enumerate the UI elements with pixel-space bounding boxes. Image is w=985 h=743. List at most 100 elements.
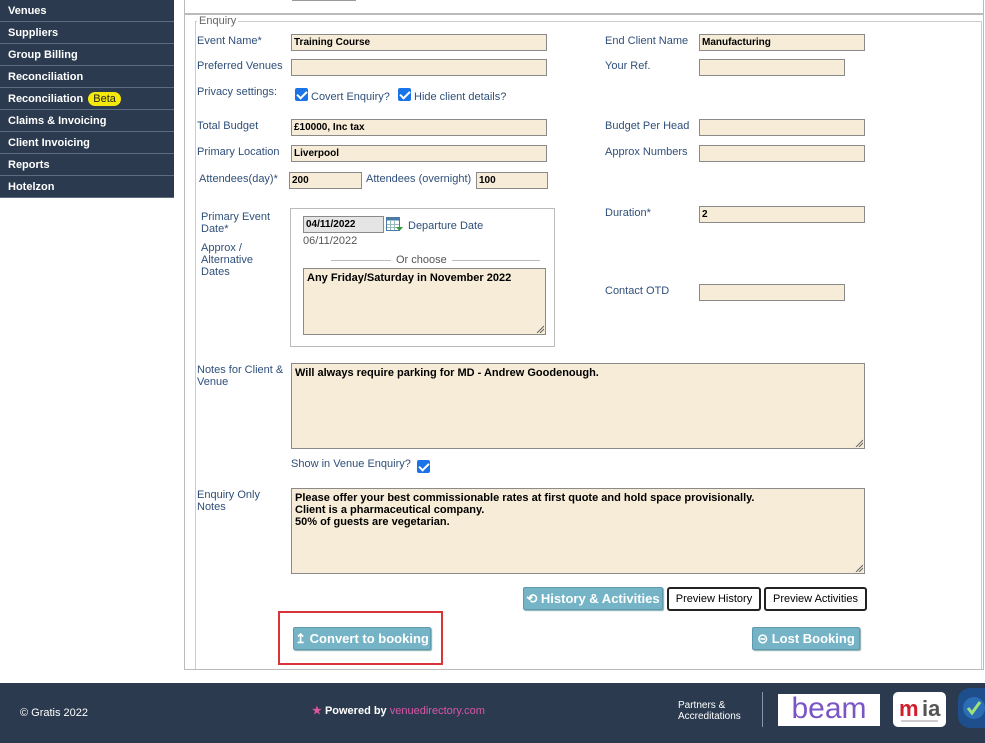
covert-enquiry-label: Covert Enquiry? [311,91,390,103]
contact-otd-label: Contact OTD [605,285,670,297]
approx-numbers-field[interactable] [699,145,865,162]
sidebar-item-hotelzon[interactable]: Hotelzon [0,176,174,198]
contact-otd-field[interactable] [699,284,845,301]
or-choose-label: Or choose [396,254,447,266]
notes-client-venue-label: Notes for Client & Venue [197,364,284,388]
total-budget-label: Total Budget [197,120,259,132]
sidebar-item-reports[interactable]: Reports [0,154,174,176]
end-client-name-label: End Client Name [605,35,689,47]
history-activities-button[interactable]: ⟲ History & Activities [523,587,663,610]
sidebar-item-label: Client Invoicing [8,137,90,149]
copyright-text: © Gratis 2022 [20,707,89,719]
cyber-essentials-badge [958,688,985,728]
enquiry-only-notes-textarea[interactable]: Please offer your best commissionable ra… [291,488,865,574]
sidebar-item-client-invoicing[interactable]: Client Invoicing [0,132,174,154]
alternative-dates-textarea[interactable]: Any Friday/Saturday in November 2022 [303,268,546,335]
sidebar: Venues Suppliers Group Billing Reconcili… [0,0,174,198]
sidebar-item-label: Reconciliation [8,71,84,83]
resize-grip-icon[interactable] [855,439,863,447]
powered-by-brand: venuedirectory.com [389,705,485,717]
resize-grip-icon[interactable] [536,325,544,333]
enquiry-note-line: Please offer your best commissionable ra… [295,492,755,504]
beta-badge: Beta [88,92,121,106]
show-in-venue-enquiry-checkbox[interactable] [417,460,430,473]
or-divider-right [452,260,540,261]
alternative-dates-text: Any Friday/Saturday in November 2022 [307,272,512,284]
sidebar-item-claims-invoicing[interactable]: Claims & Invoicing [0,110,174,132]
enquiry-note-line: 50% of guests are vegetarian. [295,516,450,528]
primary-location-field[interactable]: Liverpool [291,145,547,162]
svg-text:ia: ia [922,696,941,721]
attendees-overnight-label: Attendees (overnight) [366,173,472,185]
resize-grip-icon[interactable] [855,564,863,572]
approx-alternative-dates-label: Approx / Alternative Dates [201,242,253,278]
attendees-day-field[interactable]: 200 [289,172,362,189]
powered-by-label: Powered by [324,705,387,717]
previous-section-panel [184,0,984,14]
preview-activities-button[interactable]: Preview Activities [764,587,867,611]
approx-numbers-label: Approx Numbers [605,146,688,158]
sidebar-item-reconciliation[interactable]: Reconciliation [0,66,174,88]
attendees-overnight-field[interactable]: 100 [476,172,548,189]
attendees-day-label: Attendees(day)* [199,173,278,185]
beam-logo[interactable]: beam [778,694,880,726]
sidebar-item-label: Hotelzon [8,181,55,193]
partners-line: Partners & [678,700,726,711]
show-in-venue-enquiry-label: Show in Venue Enquiry? [291,458,411,470]
mia-logo[interactable]: m ia [893,692,946,727]
sidebar-item-group-billing[interactable]: Group Billing [0,44,174,66]
footer: © Gratis 2022 ★ Powered by venuedirector… [0,683,985,743]
sidebar-item-label: Group Billing [8,49,78,61]
partners-accreditations: Partners & Accreditations [678,700,741,722]
your-ref-field[interactable] [699,59,845,76]
preferred-venues-field[interactable] [291,59,547,76]
or-divider-left [331,260,391,261]
calendar-icon[interactable] [386,216,403,232]
footer-divider [762,692,763,727]
history-icon: ⟲ [526,591,538,606]
lost-booking-button[interactable]: ⊝ Lost Booking [752,627,860,650]
convert-arrow-icon: ↥ [295,631,307,646]
sidebar-item-label: Reports [8,159,50,171]
duration-label: Duration* [605,207,651,219]
sidebar-item-label: Suppliers [8,27,59,39]
primary-event-date-label: Primary Event Date* [201,211,271,235]
notes-client-venue-textarea[interactable]: Will always require parking for MD - And… [291,363,865,449]
star-icon: ★ [312,705,322,717]
end-client-name-field[interactable]: Manufacturing [699,34,865,51]
enquiry-only-notes-label: Enquiry Only Notes [197,489,260,513]
primary-event-date-field[interactable]: 04/11/2022 [303,216,384,233]
sidebar-item-label: Claims & Invoicing [8,115,107,127]
total-budget-field[interactable]: £10000, Inc tax [291,119,547,136]
sidebar-item-label: Venues [8,5,47,17]
covert-enquiry-checkbox[interactable] [295,88,308,101]
duration-field[interactable]: 2 [699,206,865,223]
partners-line: Accreditations [678,711,741,722]
event-name-field[interactable]: Training Course [291,34,547,51]
budget-per-head-label: Budget Per Head [605,120,690,132]
previous-section-control [292,0,356,1]
history-activities-label: History & Activities [540,591,660,606]
privacy-settings-label: Privacy settings: [197,86,278,98]
event-name-label: Event Name* [197,35,262,47]
sidebar-item-suppliers[interactable]: Suppliers [0,22,174,44]
notes-client-venue-text: Will always require parking for MD - And… [295,367,599,379]
hide-client-details-label: Hide client details? [414,91,507,103]
powered-by[interactable]: ★ Powered by venuedirectory.com [312,704,485,717]
convert-to-booking-button[interactable]: ↥ Convert to booking [293,627,431,650]
primary-location-label: Primary Location [197,146,280,158]
convert-to-booking-label: Convert to booking [309,631,429,646]
budget-per-head-field[interactable] [699,119,865,136]
sidebar-item-reconciliation-beta[interactable]: Reconciliation Beta [0,88,174,110]
svg-text:m: m [899,696,919,721]
departure-date-value: 06/11/2022 [303,235,358,247]
lost-booking-label: Lost Booking [771,631,855,646]
departure-date-label[interactable]: Departure Date [408,220,483,232]
preview-history-button[interactable]: Preview History [667,587,761,611]
sidebar-item-label: Reconciliation [8,93,84,105]
preferred-venues-label: Preferred Venues [197,60,283,72]
enquiry-note-line: Client is a pharmaceutical company. [295,504,485,516]
sidebar-item-venues[interactable]: Venues [0,0,174,22]
hide-client-details-checkbox[interactable] [398,88,411,101]
enquiry-legend: Enquiry [197,15,239,27]
